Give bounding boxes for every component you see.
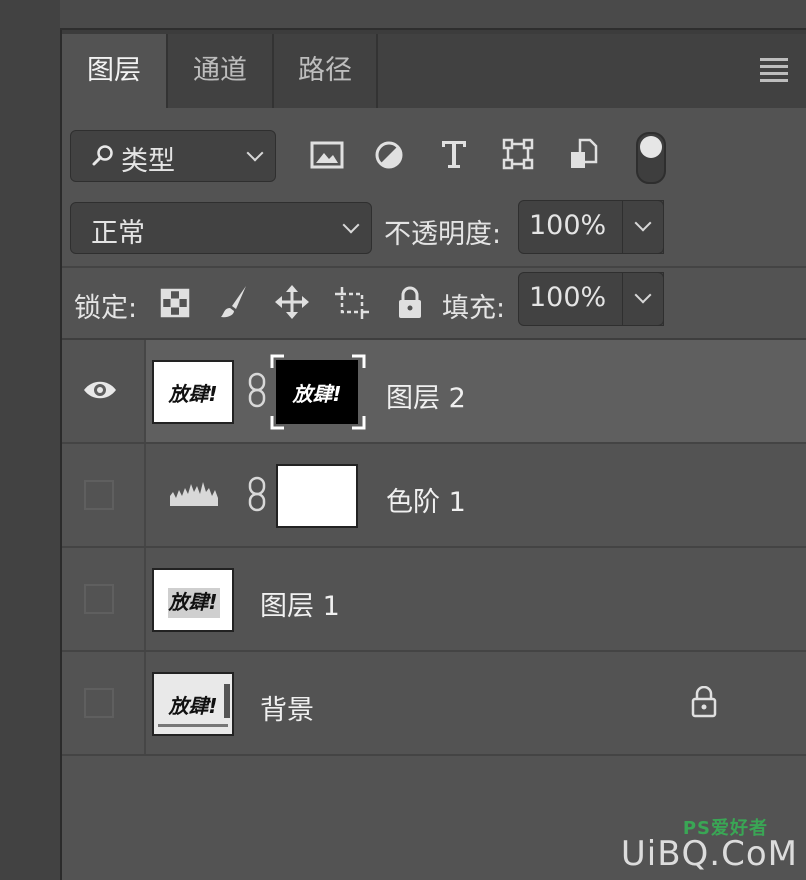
layer-thumbnail[interactable]: 放肆! bbox=[152, 568, 234, 632]
tab-divider bbox=[376, 34, 378, 108]
search-icon bbox=[92, 145, 113, 166]
thumbnail-artwork: 放肆! bbox=[168, 590, 218, 614]
blend-mode-dropdown[interactable]: 正常 bbox=[70, 202, 372, 254]
tab-paths[interactable]: 路径 bbox=[274, 34, 376, 108]
eye-icon bbox=[84, 381, 116, 399]
lock-label: 锁定: bbox=[74, 293, 138, 324]
layers-list: 放肆! 放肆! 图层 2 色阶 1 放肆! 图层 1 放肆! 背景 bbox=[62, 340, 806, 880]
blend-mode-value: 正常 bbox=[91, 218, 145, 249]
fill-value: 100% bbox=[529, 282, 607, 313]
visibility-checkbox[interactable] bbox=[84, 480, 114, 510]
lock-icon[interactable] bbox=[690, 686, 718, 718]
lock-image-pixels-icon[interactable] bbox=[218, 284, 250, 320]
lock-transparent-pixels-icon[interactable] bbox=[160, 288, 190, 318]
opacity-slider-button[interactable] bbox=[622, 200, 664, 254]
layer-row-layer2[interactable]: 放肆! 放肆! 图层 2 bbox=[62, 340, 806, 444]
layer-row-levels1[interactable]: 色阶 1 bbox=[62, 444, 806, 548]
fill-slider-button[interactable] bbox=[622, 272, 664, 326]
visibility-checkbox[interactable] bbox=[84, 584, 114, 614]
layer-mask-thumbnail[interactable] bbox=[276, 464, 358, 528]
tab-layers[interactable]: 图层 bbox=[62, 34, 166, 108]
chevron-down-icon bbox=[342, 216, 360, 234]
visibility-toggle[interactable] bbox=[62, 652, 146, 754]
image-filter-icon[interactable] bbox=[310, 140, 344, 170]
lock-artboard-icon[interactable] bbox=[334, 286, 370, 320]
lock-position-icon[interactable] bbox=[274, 284, 310, 320]
layer-row-layer1[interactable]: 放肆! 图层 1 bbox=[62, 548, 806, 652]
watermark-logo: PS爱好者 UiBQ.CoM bbox=[620, 818, 798, 874]
divider bbox=[62, 266, 806, 268]
lock-all-icon[interactable] bbox=[396, 286, 424, 320]
smart-object-filter-icon[interactable] bbox=[568, 138, 598, 170]
filter-kind-label: 类型 bbox=[121, 146, 175, 177]
visibility-checkbox[interactable] bbox=[84, 688, 114, 718]
layer-filter-dropdown[interactable]: 类型 bbox=[70, 130, 276, 182]
panel-menu-icon[interactable] bbox=[760, 58, 788, 82]
tab-channels[interactable]: 通道 bbox=[168, 34, 272, 108]
filter-toggle-icon[interactable] bbox=[636, 132, 666, 184]
layer-name[interactable]: 背景 bbox=[260, 688, 314, 727]
mask-selection-frame bbox=[270, 354, 366, 430]
layer-row-background[interactable]: 放肆! 背景 bbox=[62, 652, 806, 756]
layer-thumbnail[interactable]: 放肆! bbox=[152, 360, 234, 424]
layers-panel: 图层 通道 路径 类型 正常 不透明度: 100% 锁定: 填充: 100% 放… bbox=[62, 34, 806, 880]
shape-filter-icon[interactable] bbox=[502, 138, 534, 170]
layer-name[interactable]: 图层 1 bbox=[260, 584, 340, 623]
thumbnail-artwork: 放肆! bbox=[168, 694, 218, 718]
top-panel-bar bbox=[60, 0, 806, 30]
layer-name[interactable]: 色阶 1 bbox=[386, 480, 466, 519]
layer-thumbnail[interactable]: 放肆! bbox=[152, 672, 234, 736]
watermark-site: UiBQ.CoM bbox=[620, 834, 798, 874]
link-icon[interactable] bbox=[248, 372, 266, 408]
watermark-brand: PS爱好者 bbox=[682, 818, 768, 839]
fill-label: 填充: bbox=[442, 293, 506, 324]
opacity-value: 100% bbox=[529, 210, 607, 241]
adjustment-filter-icon[interactable] bbox=[374, 140, 404, 170]
chevron-down-icon bbox=[634, 214, 652, 232]
thumbnail-artwork: 放肆! bbox=[168, 382, 218, 406]
layer-name[interactable]: 图层 2 bbox=[386, 376, 466, 415]
left-toolbar-strip bbox=[0, 0, 62, 880]
visibility-toggle[interactable] bbox=[62, 548, 146, 650]
opacity-label: 不透明度: bbox=[384, 219, 502, 250]
visibility-toggle[interactable] bbox=[62, 340, 146, 442]
chevron-down-icon bbox=[246, 144, 264, 162]
levels-adjustment-icon bbox=[170, 482, 218, 506]
visibility-toggle[interactable] bbox=[62, 444, 146, 546]
type-filter-icon[interactable] bbox=[440, 138, 468, 170]
chevron-down-icon bbox=[634, 286, 652, 304]
link-icon[interactable] bbox=[248, 476, 266, 512]
panel-tab-bar: 图层 通道 路径 bbox=[62, 34, 806, 108]
